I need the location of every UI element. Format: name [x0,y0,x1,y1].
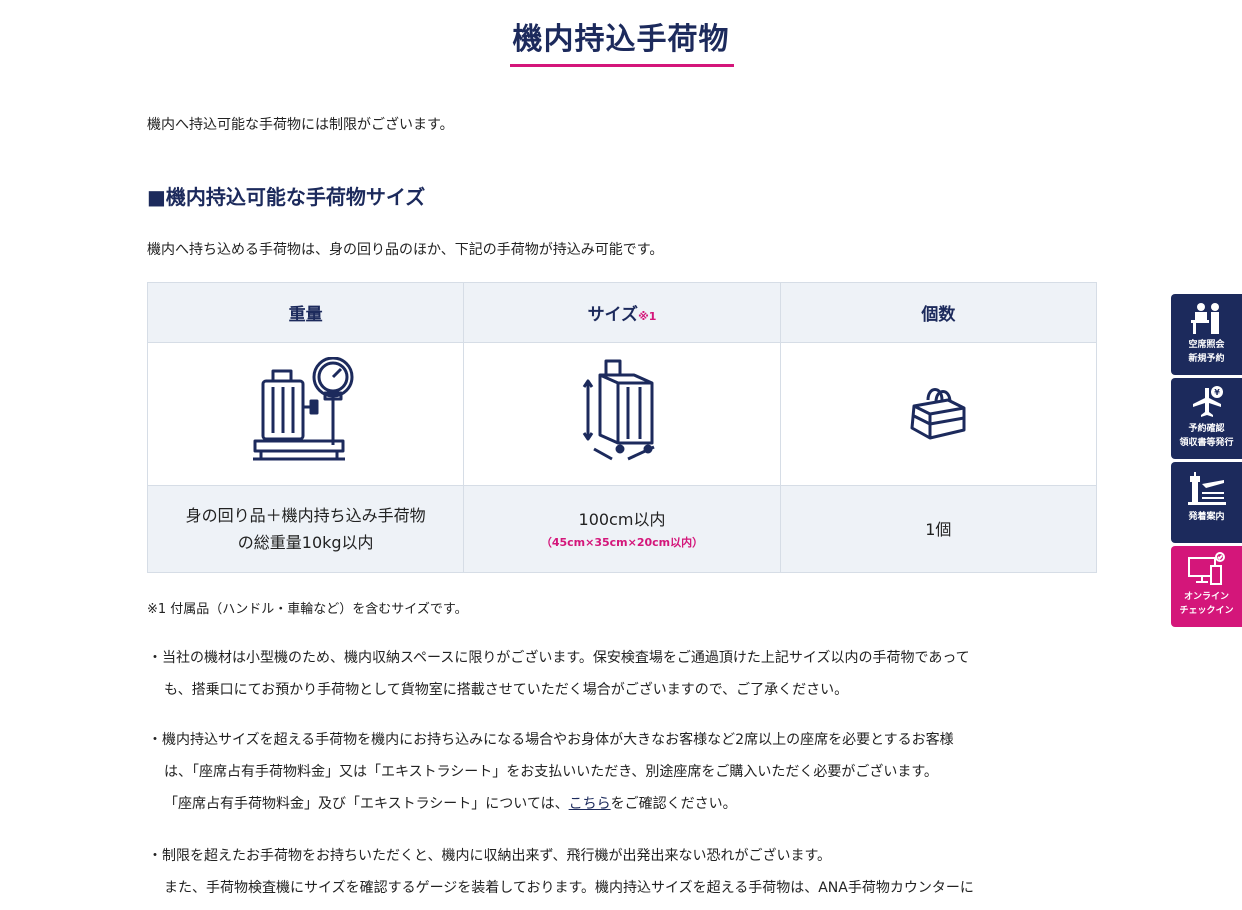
side-button-seat-search-line1: 空席照会 [1188,340,1225,350]
table-header-row: 重量 サイズ※1 個数 [146,282,1098,343]
control-tower-icon [1187,472,1226,505]
bullet-2-line-3-suffix: をご確認ください。 [610,796,737,812]
side-quick-nav: 空席照会 新規予約 ¥ 予約確認 領収書等発行 発着案内 オンライン チェックイ… [1171,294,1242,630]
table-value-row: 身の回り品＋機内持ち込み手荷物 の総重量10kg以内 100cm以内 （45cm… [146,485,1098,573]
intro-text: 機内へ持込可能な手荷物には制限がございます。 [147,117,454,133]
side-button-seat-search-line2: 新規予約 [1188,354,1225,364]
bag-icon [910,388,966,440]
size-value-detail: （45cm×35cm×20cm以内） [540,535,704,549]
section-heading: ■機内持込可能な手荷物サイズ [147,185,426,209]
side-button-flight-status[interactable]: 発着案内 [1171,462,1242,543]
plane-yen-icon: ¥ [1192,386,1223,417]
side-button-flight-status-label: 発着案内 [1188,512,1225,522]
side-button-online-checkin-line1: オンライン [1183,592,1229,602]
counter-staff-icon [1190,303,1219,334]
bullet-3-line-2: また、手荷物検査機にサイズを確認するゲージを装着しております。機内持込サイズを超… [164,880,974,896]
bullet-1-line-2: も、搭乗口にてお預かり手荷物として貨物室に搭載させていただく場合がございますので… [164,682,849,698]
side-button-reservation-line1: 予約確認 [1188,424,1225,434]
bullet-3-line-1: ・制限を超えたお手荷物をお持ちいただくと、機内に収納出来ず、飛行機が出発出来ない… [148,848,832,864]
page-title: 機内持込手荷物 [512,22,730,57]
suitcase-dimension-icon [582,359,655,461]
side-button-reservation[interactable]: ¥ 予約確認 領収書等発行 [1171,378,1242,459]
footnote-mark: ※1 [638,310,657,323]
section-description: 機内へ持ち込める手荷物は、身の回り品のほか、下記の手荷物が持込み可能です。 [147,242,664,258]
size-footnote: ※1 付属品（ハンドル・車輪など）を含むサイズです。 [147,602,468,617]
svg-text:¥: ¥ [1214,388,1220,397]
count-icon-cell [779,342,1098,486]
bullet-2-line-2: は、「座席占有手荷物料金」又は「エキストラシート」をお支払いいただき、別途座席を… [164,764,938,780]
baggage-limit-table: 重量 サイズ※1 個数 身の回り品＋機内持ち込み手荷物 の総重量10kg以内 1… [146,282,1098,573]
suitcase-scale-icon [252,356,354,461]
weight-value: 身の回り品＋機内持ち込み手荷物 の総重量10kg以内 [146,485,465,573]
header-size-label: サイズ [587,305,639,325]
table-icon-row [146,342,1098,486]
notice-bullet-1: ・当社の機材は小型機のため、機内収納スペースに限りがございます。保安検査場をご通… [148,642,970,706]
count-value: 1個 [779,485,1098,573]
side-button-online-checkin-line2: チェックイン [1179,606,1234,616]
bullet-1-line-1: ・当社の機材は小型機のため、機内収納スペースに限りがございます。保安検査場をご通… [148,650,970,666]
title-underline [510,64,734,67]
weight-value-line2: の総重量10kg以内 [237,533,374,552]
bullet-2-line-3: 「座席占有手荷物料金」及び「エキストラシート」については、こちらをご確認ください… [148,788,954,820]
size-value-main: 100cm以内 [578,509,666,529]
weight-value-line1: 身の回り品＋機内持ち込み手荷物 [185,506,426,525]
bullet-2-line-3-text: 「座席占有手荷物料金」及び「エキストラシート」については、 [164,796,569,812]
side-button-seat-search[interactable]: 空席照会 新規予約 [1171,294,1242,375]
header-count: 個数 [779,282,1098,343]
header-weight: 重量 [146,282,465,343]
size-value: 100cm以内 （45cm×35cm×20cm以内） [463,485,781,573]
bullet-2-line-1: ・機内持込サイズを超える手荷物を機内にお持ち込みになる場合やお身体が大きなお客様… [148,732,954,748]
notice-bullet-2: ・機内持込サイズを超える手荷物を機内にお持ち込みになる場合やお身体が大きなお客様… [148,724,954,820]
online-checkin-icon [1187,552,1225,585]
size-icon-cell [463,342,781,486]
header-size: サイズ※1 [463,282,781,343]
seat-fee-link[interactable]: こちら [569,796,611,812]
weight-icon-cell [146,342,465,486]
side-button-reservation-line2: 領収書等発行 [1179,438,1234,448]
notice-bullet-3: ・制限を超えたお手荷物をお持ちいただくと、機内に収納出来ず、飛行機が出発出来ない… [148,840,974,904]
side-button-online-checkin[interactable]: オンライン チェックイン [1171,546,1242,627]
